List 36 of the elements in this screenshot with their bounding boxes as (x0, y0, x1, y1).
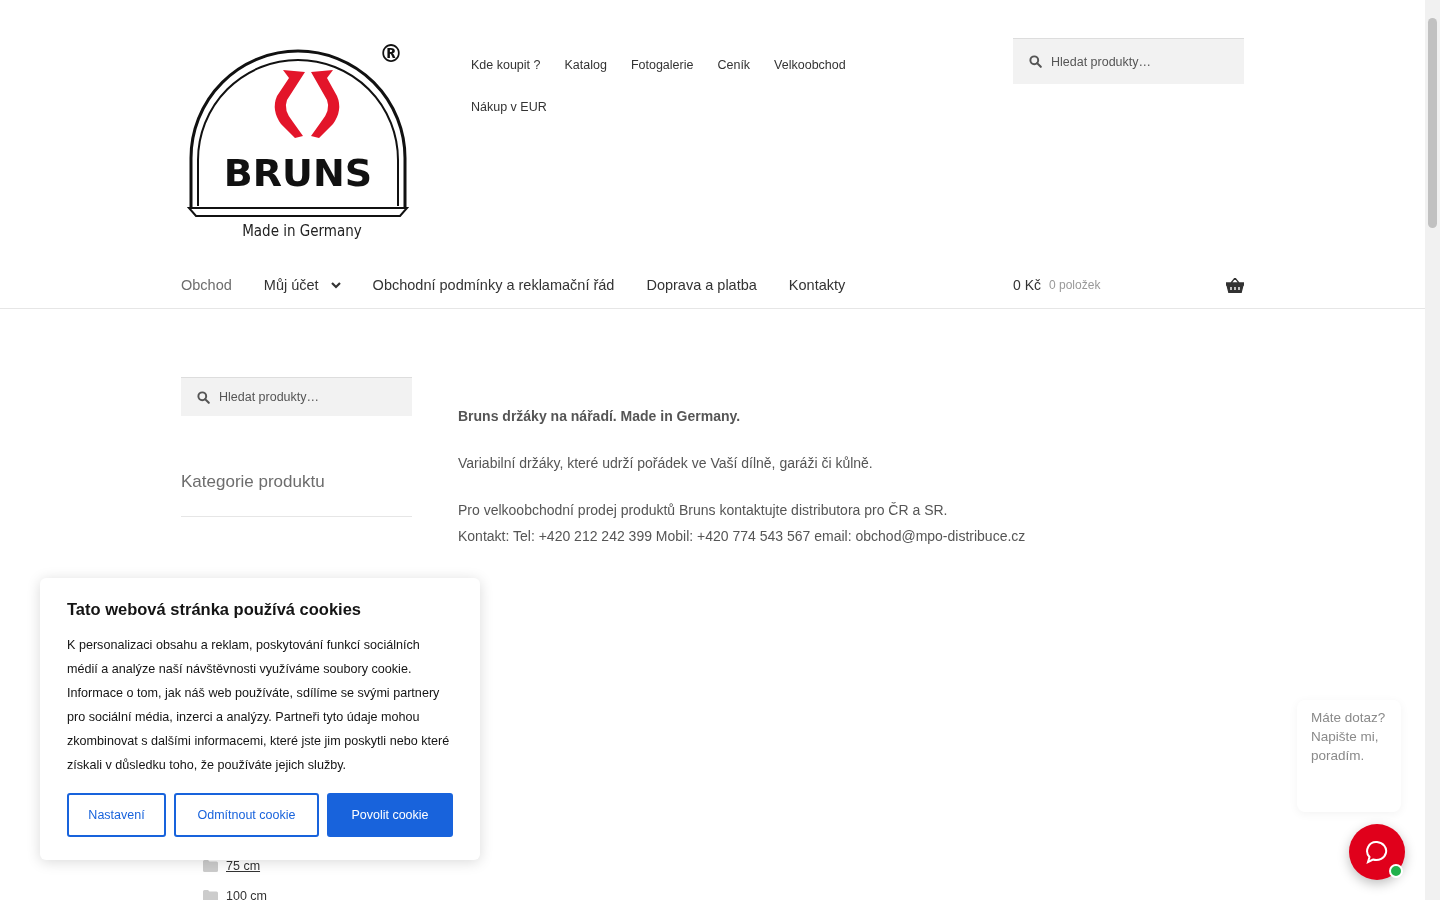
banner-text: K personalizaci obsahu a reklam, poskytování funkcí sociálních médií a analýze naší návštěvnosti využíváme soubory cookie. Informace o tom, jak náš web používáte, sdílíme se svými partnery pro sociální média, inzerci a analýzy. Partneři tyto údaje mohou zkombinovat s dalšími informacemi, které jste jim poskytli nebo které získali v důsledku toho, že používáte jejich služby. (67, 637, 451, 774)
chat-icon (1365, 840, 1389, 864)
nav-link[interactable]: Kontakty (788, 277, 846, 293)
top-nav-link[interactable]: Nákup v EUR (471, 97, 547, 117)
top-nav-link[interactable]: Ceník (717, 55, 751, 75)
cookie-button[interactable]: Odmítnout cookie (174, 793, 319, 837)
banner-title: Tato webová stránka používá cookies (67, 600, 363, 619)
nav-link[interactable]: Obchod (181, 277, 232, 293)
cart-count: 0 položek (1049, 278, 1101, 292)
nav-link[interactable]: Můj účet (263, 277, 341, 293)
nav-link[interactable]: Doprava a platba (646, 277, 757, 293)
search-field[interactable]: Hledat produkty… (181, 377, 412, 416)
chat-bubble: Máte dotaz? Napište mi, poradím. (1297, 700, 1401, 812)
section-heading: Kategorie produktu (181, 472, 412, 517)
paragraph: Bruns držáky na nářadí. Made in Germany. (458, 407, 742, 426)
top-nav-link[interactable]: Velkoobchod (774, 55, 846, 75)
search-icon (1029, 55, 1042, 68)
cookie-button[interactable]: Nastavení (67, 793, 166, 837)
paragraph: Pro velkoobchodní prodej produktů Bruns kontaktujte distributora pro ČR a SR. Kontakt: Tel: +420 212 242 399 Mobil: +420 774 543 567 email: obchod@mpo-distribuce.cz (458, 501, 1026, 546)
folder-icon (203, 890, 218, 900)
top-nav-link[interactable]: Kde koupit ? (471, 55, 541, 75)
top-nav-link[interactable]: Katalog (564, 55, 607, 75)
category-link[interactable]: 75 cm (226, 859, 261, 873)
bruns-logo[interactable]: BRUNS Made in Germany ® (185, 38, 417, 248)
chat-button[interactable] (1349, 824, 1405, 880)
category-link[interactable]: 100 cm (226, 889, 267, 900)
folder-icon (203, 860, 218, 872)
top-nav-link[interactable]: Fotogalerie (630, 55, 694, 75)
nav-link[interactable]: Obchodní podmínky a reklamační řád (372, 277, 615, 293)
search-field[interactable]: Hledat produkty… (1013, 38, 1244, 84)
paragraph: Variabilní držáky, které udrží pořádek ve Vaší dílně, garáži či kůlně. (458, 454, 874, 473)
cookie-button[interactable]: Povolit cookie (326, 793, 453, 837)
basket-icon[interactable] (1226, 277, 1244, 293)
cart-total[interactable]: 0 Kč (1013, 277, 1041, 293)
search-icon (197, 390, 210, 404)
scrollbar[interactable] (1425, 0, 1440, 900)
